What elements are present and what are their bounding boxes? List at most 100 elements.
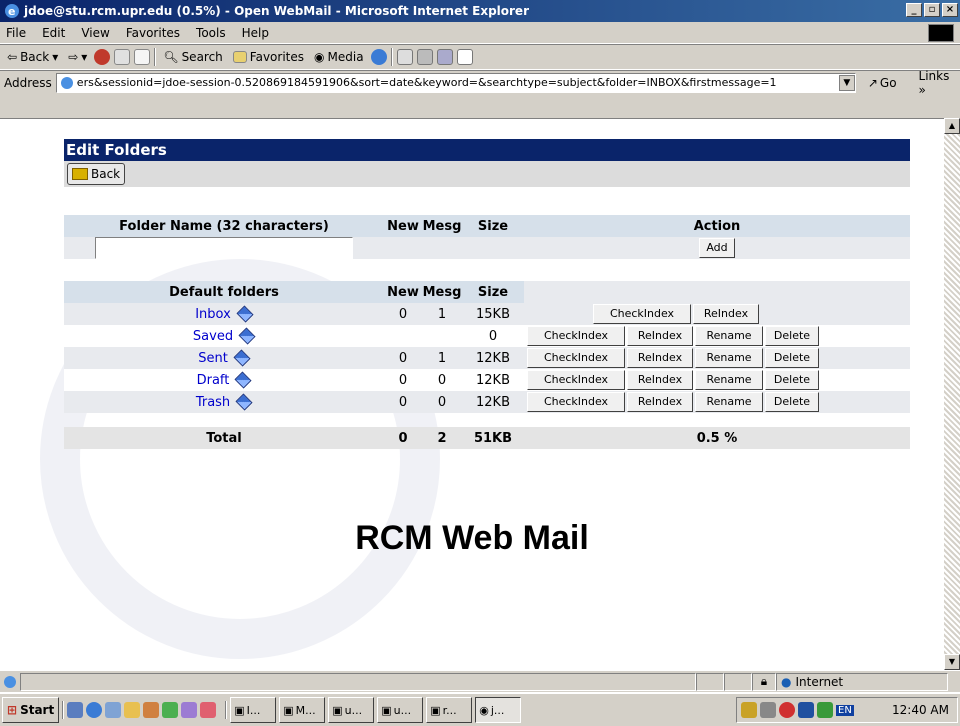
delete-button[interactable]: Delete (765, 370, 819, 390)
media-button[interactable]: ◉ Media (311, 50, 367, 64)
taskbar-separator (62, 701, 65, 719)
scroll-up-icon[interactable]: ▲ (944, 118, 960, 134)
quicklaunch-app-icon[interactable] (143, 702, 160, 718)
quicklaunch-desktop-icon[interactable] (67, 702, 84, 718)
start-button[interactable]: ⊞ Start (2, 697, 60, 723)
tray-app-icon[interactable] (817, 702, 833, 718)
folder-icon[interactable] (238, 327, 256, 345)
total-size: 51KB (462, 427, 524, 449)
taskbar: ⊞ Start ▣ I... ▣ M... ▣ u... ▣ u... ▣ r... ◉ j… (0, 692, 960, 726)
back-to-mail-button[interactable]: Back (67, 163, 126, 185)
back-button[interactable]: ⇦ Back ▾ (4, 50, 61, 64)
refresh-icon[interactable] (114, 49, 131, 65)
address-input[interactable]: ers&sessionid=jdoe-session-0.52086918459… (55, 72, 856, 93)
checkindex-button[interactable]: CheckIndex (527, 326, 625, 346)
address-dropdown-icon[interactable]: ▼ (838, 74, 855, 91)
checkindex-button[interactable]: CheckIndex (527, 348, 625, 368)
checkindex-button[interactable]: CheckIndex (527, 392, 625, 412)
start-label: Start (20, 703, 55, 717)
quicklaunch-network-icon[interactable] (105, 702, 122, 718)
media-icon: ◉ (314, 50, 325, 64)
folder-icon[interactable] (236, 305, 254, 323)
window-icon: ▣ (332, 703, 343, 717)
reindex-button[interactable]: ReIndex (627, 392, 693, 412)
mesg-count: 0 (422, 391, 462, 413)
delete-button[interactable]: Delete (765, 326, 819, 346)
menu-favorites[interactable]: Favorites (126, 26, 180, 40)
back-button-label: Back (91, 167, 121, 181)
vertical-scrollbar[interactable]: ▲ ▼ (944, 118, 960, 670)
folder-name-input[interactable] (95, 237, 353, 259)
taskbar-window-button[interactable]: ▣ u... (377, 697, 424, 723)
menu-tools[interactable]: Tools (196, 26, 226, 40)
folder-link-saved[interactable]: Saved (193, 329, 233, 344)
reindex-button[interactable]: ReIndex (627, 326, 693, 346)
folder-link-sent[interactable]: Sent (198, 351, 228, 366)
clock[interactable]: 12:40 AM (892, 703, 949, 717)
default-folders-section: Default folders New Mesg Size Inbox 0 1 … (64, 281, 910, 449)
delete-button[interactable]: Delete (765, 348, 819, 368)
rename-button[interactable]: Rename (695, 326, 763, 346)
back-row: Back (64, 161, 910, 187)
reindex-button[interactable]: ReIndex (627, 348, 693, 368)
quicklaunch-media-icon[interactable] (200, 702, 217, 718)
mail-icon[interactable] (396, 49, 413, 65)
taskbar-window-button[interactable]: ▣ I... (230, 697, 277, 723)
stop-icon[interactable] (94, 49, 111, 65)
quicklaunch-notepad-icon[interactable] (162, 702, 179, 718)
maximize-button[interactable]: ▫ (924, 3, 940, 17)
minimize-button[interactable]: _ (906, 3, 922, 17)
scroll-down-icon[interactable]: ▼ (944, 654, 960, 670)
taskbar-window-button-active[interactable]: ◉ j... (475, 697, 522, 723)
folder-link-inbox[interactable]: Inbox (195, 307, 231, 322)
rename-button[interactable]: Rename (695, 392, 763, 412)
favorites-button[interactable]: Favorites (230, 50, 307, 64)
col-mesg: Mesg (422, 281, 462, 303)
menu-help[interactable]: Help (242, 26, 269, 40)
mesg-count: 1 (422, 347, 462, 369)
folder-link-draft[interactable]: Draft (197, 373, 230, 388)
taskbar-separator (225, 701, 228, 719)
folder-link-trash[interactable]: Trash (196, 395, 230, 410)
tray-antivirus-icon[interactable] (779, 702, 795, 718)
favorites-icon (232, 51, 247, 63)
tray-tool-icon[interactable] (741, 702, 757, 718)
go-button[interactable]: ↗ Go (868, 76, 897, 90)
forward-button[interactable]: ⇨ ▾ (65, 50, 90, 64)
tray-network-icon[interactable] (798, 702, 814, 718)
folder-size: 15KB (462, 303, 524, 325)
col-folder-name: Folder Name (32 characters) (64, 215, 384, 237)
quicklaunch-tool-icon[interactable] (181, 702, 198, 718)
reindex-button[interactable]: ReIndex (627, 370, 693, 390)
menu-view[interactable]: View (81, 26, 109, 40)
quicklaunch-ie-icon[interactable] (86, 702, 103, 718)
delete-button[interactable]: Delete (765, 392, 819, 412)
discuss-icon[interactable] (456, 49, 473, 65)
volume-icon[interactable] (760, 702, 776, 718)
quicklaunch-outlook-icon[interactable] (124, 702, 141, 718)
search-button[interactable]: 🔍︎ Search (160, 50, 225, 64)
checkindex-button[interactable]: CheckIndex (593, 304, 691, 324)
add-folder-button[interactable]: Add (699, 238, 735, 258)
history-icon[interactable] (370, 49, 387, 65)
home-icon[interactable] (134, 49, 151, 65)
taskbar-window-button[interactable]: ▣ u... (328, 697, 375, 723)
folder-icon[interactable] (235, 393, 253, 411)
rename-button[interactable]: Rename (695, 348, 763, 368)
language-indicator[interactable]: EN (836, 704, 854, 716)
reindex-button[interactable]: ReIndex (693, 304, 759, 324)
folder-icon[interactable] (234, 371, 252, 389)
links-button[interactable]: Links » (919, 69, 960, 97)
edit-icon[interactable] (436, 49, 453, 65)
taskbar-window-button[interactable]: ▣ M... (279, 697, 326, 723)
status-text (20, 672, 696, 691)
folder-icon[interactable] (233, 349, 251, 367)
checkindex-button[interactable]: CheckIndex (527, 370, 625, 390)
internet-explorer-icon: e (5, 4, 19, 18)
rename-button[interactable]: Rename (695, 370, 763, 390)
menu-file[interactable]: File (6, 26, 26, 40)
menu-edit[interactable]: Edit (42, 26, 65, 40)
close-button[interactable]: × (942, 3, 958, 17)
taskbar-window-button[interactable]: ▣ r... (426, 697, 473, 723)
print-icon[interactable] (416, 49, 433, 65)
